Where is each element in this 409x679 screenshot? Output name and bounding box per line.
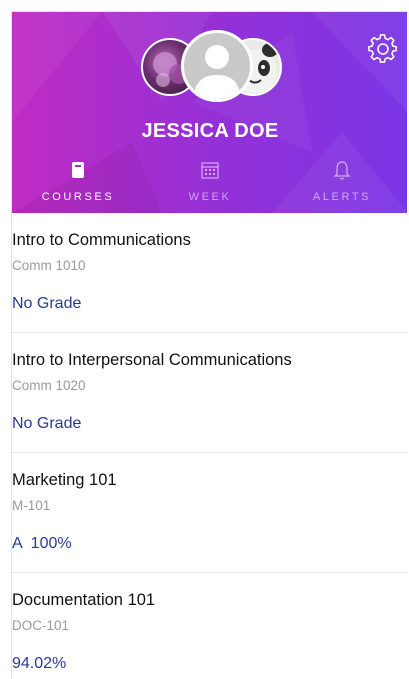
user-avatar[interactable] <box>181 30 253 102</box>
profile-header: JESSICA DOE COURSES WEEK ALERTS <box>12 12 407 213</box>
person-silhouette-icon <box>194 45 240 99</box>
course-code: M-101 <box>12 498 51 513</box>
course-item[interactable]: Intro to Interpersonal Communications Co… <box>12 333 407 453</box>
course-item[interactable]: Documentation 101 DOC-101 94.02% <box>12 573 407 679</box>
course-list: Intro to Communications Comm 1010 No Gra… <box>12 213 407 679</box>
tab-alerts[interactable]: ALERTS <box>276 156 407 213</box>
course-name: Intro to Communications <box>12 231 191 249</box>
gear-icon[interactable] <box>368 34 398 64</box>
tab-week[interactable]: WEEK <box>144 156 276 213</box>
tab-bar: COURSES WEEK ALERTS <box>12 156 407 213</box>
tab-alerts-label: ALERTS <box>312 191 372 203</box>
course-name: Documentation 101 <box>12 591 156 609</box>
course-grade: No Grade <box>12 415 82 432</box>
course-grade: No Grade <box>12 295 82 312</box>
course-name: Marketing 101 <box>12 471 117 489</box>
app-frame: JESSICA DOE COURSES WEEK ALERTS Intro to… <box>11 11 407 679</box>
tab-week-label: WEEK <box>188 191 232 203</box>
user-name: JESSICA DOE <box>141 120 279 142</box>
tab-courses-label: COURSES <box>41 191 115 203</box>
course-code: Comm 1010 <box>12 258 86 273</box>
calendar-icon <box>201 162 219 179</box>
book-icon <box>72 162 84 178</box>
course-code: DOC-101 <box>12 618 70 633</box>
bell-icon <box>333 161 351 180</box>
course-code: Comm 1020 <box>12 378 86 393</box>
course-grade: 94.02% <box>12 655 67 672</box>
course-name: Intro to Interpersonal Communications <box>12 351 292 369</box>
tab-courses[interactable]: COURSES <box>12 156 144 213</box>
course-item[interactable]: Marketing 101 M-101 A 100% <box>12 453 407 573</box>
course-item[interactable]: Intro to Communications Comm 1010 No Gra… <box>12 213 407 333</box>
course-grade: A 100% <box>12 535 72 552</box>
